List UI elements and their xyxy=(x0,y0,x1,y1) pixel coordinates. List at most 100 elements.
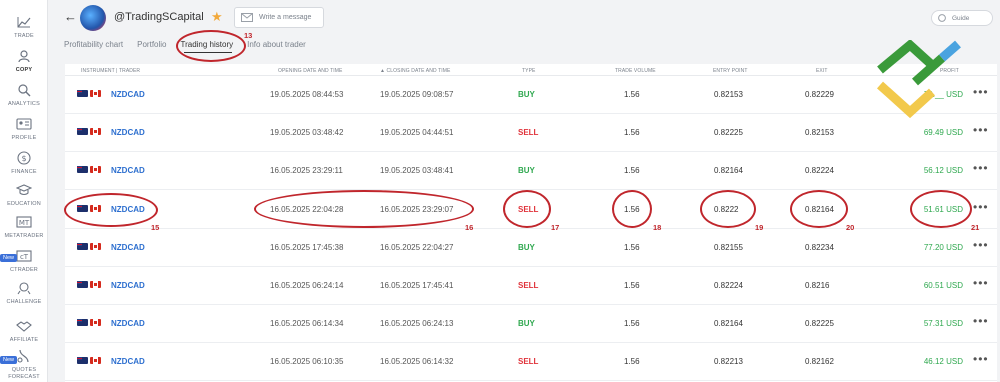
sidebar-item-copy[interactable]: COPY xyxy=(0,48,48,74)
annotation-label-dates: 16 xyxy=(465,223,474,232)
ctrader-icon: cT xyxy=(15,248,33,264)
exit-point: 0.82234 xyxy=(805,242,834,252)
sidebar-item-metatrader[interactable]: MT METATRADER xyxy=(0,214,48,240)
handshake-icon xyxy=(15,318,33,334)
trade-type: BUY xyxy=(518,242,535,252)
profit-value: 60.51 USD xyxy=(923,281,963,290)
sidebar-item-challenge[interactable]: CHALLENGE xyxy=(0,280,48,306)
sidebar-item-profile[interactable]: PROFILE xyxy=(0,116,48,142)
svg-text:cT: cT xyxy=(20,253,29,261)
more-options-icon[interactable]: ••• xyxy=(973,85,989,99)
profit-value: 77.20 USD xyxy=(923,242,963,252)
annotation-label-tab: 13 xyxy=(244,31,253,40)
table-row[interactable]: NZDCAD 16.05.2025 22:04:28 16.05.2025 23:2… xyxy=(65,191,997,229)
sidebar-item-label: METATRADER xyxy=(4,233,44,239)
tab-portfolio[interactable]: Portfolio xyxy=(137,40,166,56)
sidebar-item-trade[interactable]: TRADE xyxy=(0,14,48,40)
sidebar-item-label: COPY xyxy=(15,67,33,73)
trader-name: @TradingSCapital xyxy=(114,11,204,23)
opening-date: 16.05.2025 06:10:35 xyxy=(270,357,344,367)
opening-date: 16.05.2025 23:29:11 xyxy=(270,166,343,176)
exit-point: 0.82229 xyxy=(805,90,834,99)
profit-value: 73.__ USD xyxy=(923,90,963,99)
sidebar-item-label: PROFILE xyxy=(11,135,37,141)
more-options-icon[interactable]: ••• xyxy=(973,161,989,175)
sidebar-item-finance[interactable]: $ FINANCE xyxy=(0,150,48,176)
write-message-button[interactable]: Write a message xyxy=(234,7,324,28)
entry-point: 0.82164 xyxy=(714,319,743,329)
nz-flag-icon xyxy=(77,281,88,288)
annotation-label-volume: 18 xyxy=(653,223,662,232)
tab-profitability-chart[interactable]: Profitability chart xyxy=(64,40,123,56)
instrument-symbol[interactable]: NZDCAD xyxy=(111,90,145,99)
table-row[interactable]: NZDCAD 16.05.2025 06:24:14 16.05.2025 17:4… xyxy=(65,267,997,305)
instrument-symbol[interactable]: NZDCAD xyxy=(111,128,145,137)
instrument-symbol[interactable]: NZDCAD xyxy=(111,243,145,252)
sidebar-item-education[interactable]: EDUCATION xyxy=(0,182,48,208)
currency-flags xyxy=(77,204,101,212)
new-badge: New xyxy=(0,356,18,364)
closing-date: 16.05.2025 06:24:13 xyxy=(380,319,454,329)
guide-button[interactable]: Guide xyxy=(931,10,993,26)
ca-flag-icon xyxy=(90,90,101,97)
table-row[interactable]: NZDCAD 16.05.2025 17:45:38 16.05.2025 22:0… xyxy=(65,229,997,267)
column-header-entry[interactable]: ENTRY POINT xyxy=(713,68,748,74)
profile-icon xyxy=(15,116,33,132)
exit-point: 0.82164 xyxy=(805,204,834,214)
column-header-opening[interactable]: OPENING DATE AND TIME xyxy=(278,68,342,74)
table-row[interactable]: NZDCAD 19.05.2025 03:48:42 19.05.2025 04:4… xyxy=(65,114,997,153)
sidebar-item-analytics[interactable]: ANALYTICS xyxy=(0,82,48,108)
write-message-label: Write a message xyxy=(259,14,312,21)
star-icon[interactable]: ★ xyxy=(211,9,223,25)
dollar-icon: $ xyxy=(15,150,33,166)
tab-trading-history[interactable]: Trading history xyxy=(181,40,234,56)
closing-date: 16.05.2025 06:14:32 xyxy=(380,357,454,367)
table-row[interactable]: NZDCAD 19.05.2025 08:44:53 19.05.2025 09:0… xyxy=(65,76,997,114)
analytics-icon xyxy=(15,82,33,98)
table-row[interactable]: NZDCAD 16.05.2025 06:10:35 16.05.2025 06:1… xyxy=(65,343,997,382)
sidebar-item-quotes-forecast[interactable]: QUOTES FORECAST xyxy=(0,348,48,381)
sidebar-item-label: AFFILIATE xyxy=(9,337,39,343)
entry-point: 0.82153 xyxy=(714,90,743,99)
quotes-forecast-icon xyxy=(15,348,33,364)
instrument-symbol[interactable]: NZDCAD xyxy=(111,281,145,290)
more-options-icon[interactable]: ••• xyxy=(973,200,989,214)
annotation-label-type: 17 xyxy=(551,223,560,232)
tabs: Profitability chart Portfolio Trading hi… xyxy=(64,40,320,56)
users-icon xyxy=(15,48,33,64)
currency-flags xyxy=(77,281,101,288)
column-header-type[interactable]: TYPE xyxy=(522,68,535,74)
active-tab-underline xyxy=(184,52,232,53)
sidebar-item-label: QUOTES FORECAST xyxy=(8,367,40,380)
trade-type: SELL xyxy=(518,357,539,367)
more-options-icon[interactable]: ••• xyxy=(973,276,989,290)
more-options-icon[interactable]: ••• xyxy=(973,352,989,366)
ca-flag-icon xyxy=(90,281,101,288)
annotation-label-entry: 19 xyxy=(755,223,764,232)
table-row[interactable]: NZDCAD 16.05.2025 23:29:11 19.05.2025 03:4… xyxy=(65,152,997,191)
trade-volume: 1.56 xyxy=(624,90,640,99)
instrument-symbol[interactable]: NZDCAD xyxy=(111,357,145,366)
more-options-icon[interactable]: ••• xyxy=(973,238,989,252)
sidebar-item-affiliate[interactable]: AFFILIATE xyxy=(0,318,48,344)
sidebar-item-label: FINANCE xyxy=(11,169,37,175)
column-header-exit[interactable]: EXIT xyxy=(816,68,828,74)
column-header-volume[interactable]: TRADE VOLUME xyxy=(615,68,656,74)
instrument-symbol[interactable]: NZDCAD xyxy=(111,319,145,328)
trade-volume: 1.56 xyxy=(624,319,640,329)
currency-flags xyxy=(77,128,101,136)
nz-flag-icon xyxy=(77,204,88,212)
more-options-icon[interactable]: ••• xyxy=(973,123,989,137)
column-header-closing[interactable]: ▲ CLOSING DATE AND TIME xyxy=(380,68,450,74)
column-header-profit[interactable]: PROFIT xyxy=(940,68,959,74)
column-header-instrument[interactable]: INSTRUMENT | TRADER xyxy=(81,68,140,74)
more-options-icon[interactable]: ••• xyxy=(973,314,989,328)
opening-date: 16.05.2025 06:24:14 xyxy=(270,281,344,290)
instrument-symbol[interactable]: NZDCAD xyxy=(111,205,145,214)
annotation-label-instrument: 15 xyxy=(151,223,160,232)
back-arrow-icon[interactable]: ← xyxy=(64,9,77,24)
closing-date: 16.05.2025 23:29:07 xyxy=(380,204,454,214)
tab-info-about-trader[interactable]: Info about trader xyxy=(247,40,306,56)
instrument-symbol[interactable]: NZDCAD xyxy=(111,166,145,175)
table-row[interactable]: NZDCAD 16.05.2025 06:14:34 16.05.2025 06:2… xyxy=(65,305,997,344)
